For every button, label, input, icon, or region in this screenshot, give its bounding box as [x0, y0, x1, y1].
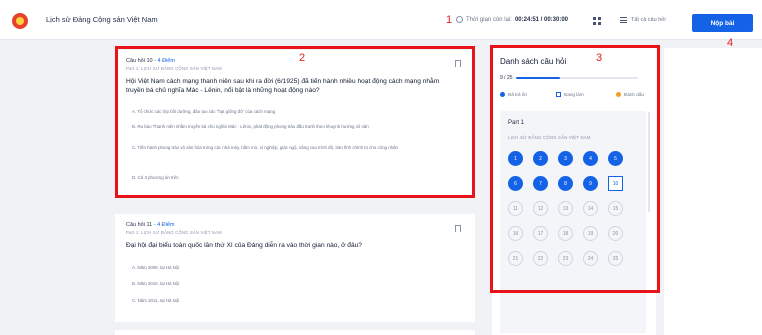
question-heading: Câu hỏi 10 - 4 Điểm: [126, 58, 175, 64]
question-nav-button[interactable]: 1: [508, 151, 523, 166]
current-square-icon: [556, 92, 561, 97]
timer-label: Thời gian còn lại:: [466, 16, 512, 23]
answer-option[interactable]: C. Năm 2011, tại Hà Nội: [132, 298, 448, 304]
logo-icon: [12, 13, 28, 29]
legend-label: Đã trả lời: [508, 92, 527, 97]
panel-scrollbar[interactable]: [648, 112, 650, 212]
question-nav-button[interactable]: 24: [583, 251, 598, 266]
question-list-dropdown[interactable]: Tất cả câu hỏi: [620, 17, 666, 23]
annotation-label-1: 1: [446, 14, 453, 26]
question-text: Hội Việt Nam cách mạng thanh niên sau kh…: [126, 78, 440, 94]
question-nav-button[interactable]: 18: [558, 226, 573, 241]
question-nav-button[interactable]: 20: [608, 226, 623, 241]
question-nav-button[interactable]: 6: [508, 176, 523, 191]
question-part: Part 1: LỊCH SỬ ĐẢNG CỘNG SẢN VIỆT NAM: [126, 66, 222, 71]
header: Lịch sử Đảng Cộng sản Việt Nam 1 Thời gi…: [0, 0, 762, 40]
question-nav-button[interactable]: 5: [608, 151, 623, 166]
timer-value: 00:24:51 / 00:30:00: [514, 16, 569, 23]
flag-icon[interactable]: [455, 225, 461, 232]
question-list-label: Tất cả câu hỏi: [631, 17, 666, 23]
question-nav-button[interactable]: 10: [608, 176, 623, 191]
answer-option[interactable]: D. Cả 3 phương án trên: [132, 175, 448, 181]
question-card: Câu hỏi 11 - 4 Điểm Part 1: LỊCH SỬ ĐẢNG…: [115, 214, 475, 322]
app-title: Lịch sử Đảng Cộng sản Việt Nam: [46, 15, 158, 24]
progress-bar: [516, 77, 638, 79]
answer-option[interactable]: B. Ra báo Thanh niên nhằm truyền bá chủ …: [132, 124, 448, 130]
question-nav-button[interactable]: 8: [558, 176, 573, 191]
question-nav-button[interactable]: 9: [583, 176, 598, 191]
question-card: Câu hỏi 10 - 4 Điểm Part 1: LỊCH SỬ ĐẢNG…: [115, 50, 475, 195]
legend-label: Đánh dấu: [624, 92, 644, 97]
part-title: Part 1: [508, 120, 525, 126]
flagged-dot-icon: [616, 92, 621, 97]
legend-answered: Đã trả lời: [500, 92, 527, 97]
question-nav-button[interactable]: 15: [608, 201, 623, 216]
question-part: Part 1: LỊCH SỬ ĐẢNG CỘNG SẢN VIỆT NAM: [126, 230, 222, 235]
question-nav-button[interactable]: 14: [583, 201, 598, 216]
question-nav-button[interactable]: 25: [608, 251, 623, 266]
progress-fill: [516, 77, 560, 79]
question-nav-button[interactable]: 19: [583, 226, 598, 241]
answered-dot-icon: [500, 92, 505, 97]
panel-title: Danh sách câu hỏi: [500, 57, 567, 66]
question-nav-button[interactable]: 12: [533, 201, 548, 216]
right-strip: [664, 48, 762, 335]
question-number: Câu hỏi 10: [126, 58, 153, 64]
question-nav-button[interactable]: 23: [558, 251, 573, 266]
question-number: Câu hỏi 11: [126, 222, 153, 228]
question-points: - 4 Điểm: [153, 222, 175, 228]
annotation-label-3: 3: [596, 52, 603, 64]
question-points: - 4 Điểm: [154, 58, 175, 64]
part-section: Part 1 LỊCH SỬ ĐẢNG CỘNG SẢN VIỆT NAM 12…: [500, 111, 646, 333]
flag-icon[interactable]: [455, 60, 461, 67]
timer: Thời gian còn lại: 00:24:51 / 00:30:00: [456, 16, 568, 23]
progress-text: 9 / 25: [500, 75, 513, 81]
answer-option[interactable]: B. Năm 2010, tại Hà Nội: [132, 281, 448, 287]
question-nav-button[interactable]: 11: [508, 201, 523, 216]
legend-flagged: Đánh dấu: [616, 92, 644, 97]
question-nav-button[interactable]: 7: [533, 176, 548, 191]
question-nav-button[interactable]: 21: [508, 251, 523, 266]
question-nav-button[interactable]: 17: [533, 226, 548, 241]
legend-label: Đang làm: [564, 92, 584, 97]
question-nav-button[interactable]: 2: [533, 151, 548, 166]
answer-option[interactable]: A. Năm 2009, tại Hà Nội: [132, 265, 448, 271]
legend-current: Đang làm: [556, 92, 584, 97]
grid-icon[interactable]: [593, 17, 601, 25]
question-nav-button[interactable]: 16: [508, 226, 523, 241]
question-nav-button[interactable]: 13: [558, 201, 573, 216]
question-text: Đại hội đại biểu toàn quốc lần thứ XI củ…: [126, 242, 362, 249]
clock-icon: [456, 16, 463, 23]
submit-button[interactable]: Nộp bài: [692, 14, 753, 32]
question-nav-button[interactable]: 4: [583, 151, 598, 166]
answer-option[interactable]: C. Tiến hành phong trào vô sản hóa trong…: [132, 145, 448, 151]
question-nav-button[interactable]: 3: [558, 151, 573, 166]
question-heading: Câu hỏi 11 - 4 Điểm: [126, 222, 175, 228]
list-icon: [620, 17, 627, 23]
answer-option[interactable]: A. Tổ chức các lớp bồi dưỡng, đào tạo cá…: [132, 109, 448, 115]
annotation-label-2: 2: [299, 52, 306, 64]
question-list-panel: Danh sách câu hỏi 9 / 25 Đã trả lời Đang…: [492, 48, 656, 335]
question-nav-button[interactable]: 22: [533, 251, 548, 266]
question-card-partial: [115, 330, 475, 335]
part-subtitle: LỊCH SỬ ĐẢNG CỘNG SẢN VIỆT NAM: [508, 135, 591, 140]
